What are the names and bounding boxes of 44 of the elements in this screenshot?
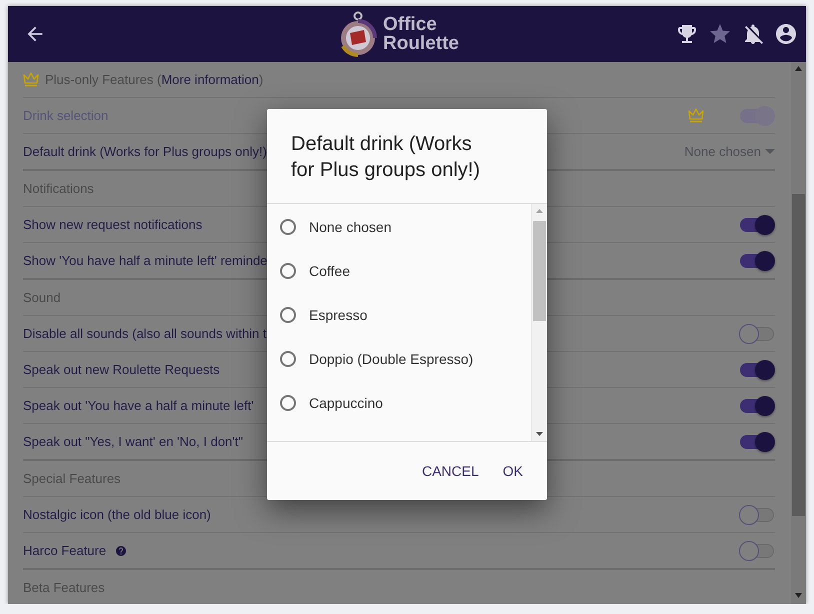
toggle-switch[interactable] bbox=[739, 324, 775, 344]
toggle-switch[interactable] bbox=[739, 214, 775, 234]
scroll-up-arrow-icon[interactable] bbox=[795, 66, 802, 71]
toggle-switch[interactable] bbox=[739, 540, 775, 560]
radio-button[interactable] bbox=[280, 307, 296, 323]
setting-label: Speak out 'You have a half a minute left' bbox=[23, 398, 254, 413]
roulette-cup-logo-icon bbox=[339, 11, 377, 57]
toggle-switch[interactable] bbox=[739, 250, 775, 270]
more-information-link[interactable]: More information bbox=[161, 72, 259, 87]
radio-button[interactable] bbox=[280, 395, 296, 411]
scrollbar[interactable] bbox=[791, 62, 806, 604]
setting-label: Default drink (Works for Plus groups only!) bbox=[23, 144, 267, 159]
toggle-switch[interactable] bbox=[739, 432, 775, 452]
scroll-up-arrow-icon[interactable] bbox=[536, 209, 543, 213]
setting-label: Speak out new Roulette Requests bbox=[23, 362, 220, 377]
toggle-switch[interactable] bbox=[739, 360, 775, 380]
crown-icon bbox=[687, 108, 705, 123]
scrollbar[interactable] bbox=[531, 204, 547, 441]
help-icon[interactable] bbox=[115, 544, 128, 556]
setting-label: Speak out "Yes, I want' en 'No, I don't" bbox=[23, 434, 243, 449]
setting-label: Harco Feature bbox=[23, 543, 106, 558]
setting-label: Show new request notifications bbox=[23, 217, 202, 232]
setting-label: Nostalgic icon (the old blue icon) bbox=[23, 507, 211, 522]
logo-text: Office bbox=[383, 15, 438, 34]
toggle-switch[interactable] bbox=[739, 396, 775, 416]
option-label[interactable]: Cappuccino bbox=[309, 395, 383, 411]
scroll-down-arrow-icon[interactable] bbox=[536, 432, 543, 436]
dialog-title: Default drink (Works for Plus groups only!) bbox=[267, 109, 547, 204]
radio-button[interactable] bbox=[280, 263, 296, 279]
logo-text: Roulette bbox=[383, 34, 459, 53]
radio-button[interactable] bbox=[280, 219, 296, 235]
toggle-switch[interactable] bbox=[739, 504, 775, 524]
dialog-button[interactable]: CANCEL bbox=[414, 457, 487, 485]
option-label[interactable]: Doppio (Double Espresso) bbox=[309, 351, 474, 367]
setting-label: Show 'You have half a minute left' reminde bbox=[23, 253, 268, 268]
crown-icon bbox=[23, 72, 39, 87]
scroll-down-arrow-icon[interactable] bbox=[795, 593, 802, 598]
trophy-icon[interactable] bbox=[675, 22, 699, 46]
option-label[interactable]: Coffee bbox=[309, 263, 350, 279]
radio-button[interactable] bbox=[280, 351, 296, 367]
option-label[interactable]: Espresso bbox=[309, 307, 368, 323]
option-label[interactable]: None chosen bbox=[309, 219, 392, 235]
setting-label: Disable all sounds (also all sounds within t bbox=[23, 326, 267, 341]
dialog-button[interactable]: OK bbox=[494, 457, 531, 485]
